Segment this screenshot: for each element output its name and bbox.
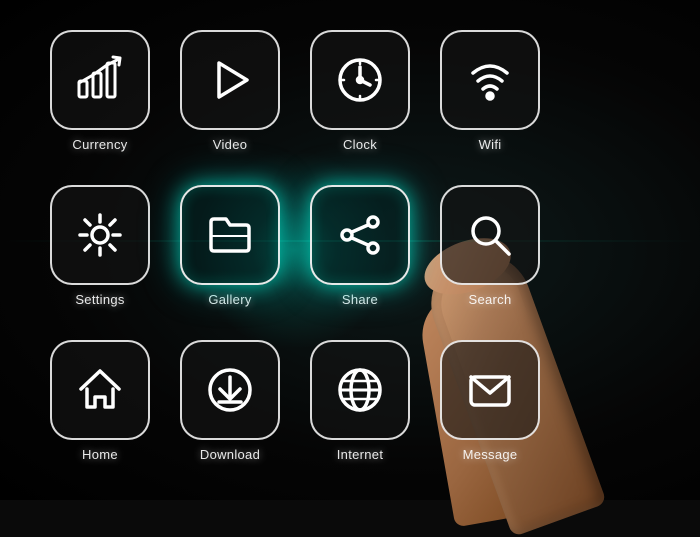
download-icon — [203, 363, 257, 417]
share-icon-box[interactable] — [310, 185, 410, 285]
currency-icon-box[interactable] — [50, 30, 150, 130]
wifi-icon — [463, 53, 517, 107]
app-item-search[interactable]: Search — [430, 185, 550, 330]
app-item-wifi[interactable]: Wifi — [430, 30, 550, 175]
video-icon — [203, 53, 257, 107]
settings-label: Settings — [75, 292, 124, 307]
message-icon — [463, 363, 517, 417]
internet-label: Internet — [337, 447, 383, 462]
clock-label: Clock — [343, 137, 377, 152]
app-item-share[interactable]: Share — [300, 185, 420, 330]
app-item-gallery[interactable]: Gallery — [170, 185, 290, 330]
video-icon-box[interactable] — [180, 30, 280, 130]
app-item-clock[interactable]: Clock — [300, 30, 420, 175]
gallery-icon-box[interactable] — [180, 185, 280, 285]
share-icon — [333, 208, 387, 262]
app-item-video[interactable]: Video — [170, 30, 290, 175]
app-item-settings[interactable]: Settings — [40, 185, 160, 330]
search-icon-box[interactable] — [440, 185, 540, 285]
home-label: Home — [82, 447, 118, 462]
search-label: Search — [469, 292, 512, 307]
app-item-download[interactable]: Download — [170, 340, 290, 485]
app-item-currency[interactable]: Currency — [40, 30, 160, 175]
video-label: Video — [213, 137, 248, 152]
clock-icon-box[interactable] — [310, 30, 410, 130]
app-item-message[interactable]: Message — [430, 340, 550, 485]
home-icon-box[interactable] — [50, 340, 150, 440]
settings-icon-box[interactable] — [50, 185, 150, 285]
currency-icon — [73, 53, 127, 107]
message-icon-box[interactable] — [440, 340, 540, 440]
app-grid: Currency Video Clock — [40, 30, 550, 485]
home-icon — [73, 363, 127, 417]
clock-icon — [333, 53, 387, 107]
wifi-icon-box[interactable] — [440, 30, 540, 130]
download-label: Download — [200, 447, 260, 462]
currency-label: Currency — [72, 137, 127, 152]
settings-icon — [73, 208, 127, 262]
gallery-icon — [203, 208, 257, 262]
internet-icon-box[interactable] — [310, 340, 410, 440]
app-item-home[interactable]: Home — [40, 340, 160, 485]
internet-icon — [333, 363, 387, 417]
message-label: Message — [463, 447, 518, 462]
app-item-internet[interactable]: Internet — [300, 340, 420, 485]
wifi-label: Wifi — [479, 137, 502, 152]
share-label: Share — [342, 292, 378, 307]
search-icon — [463, 208, 517, 262]
download-icon-box[interactable] — [180, 340, 280, 440]
gallery-label: Gallery — [208, 292, 251, 307]
